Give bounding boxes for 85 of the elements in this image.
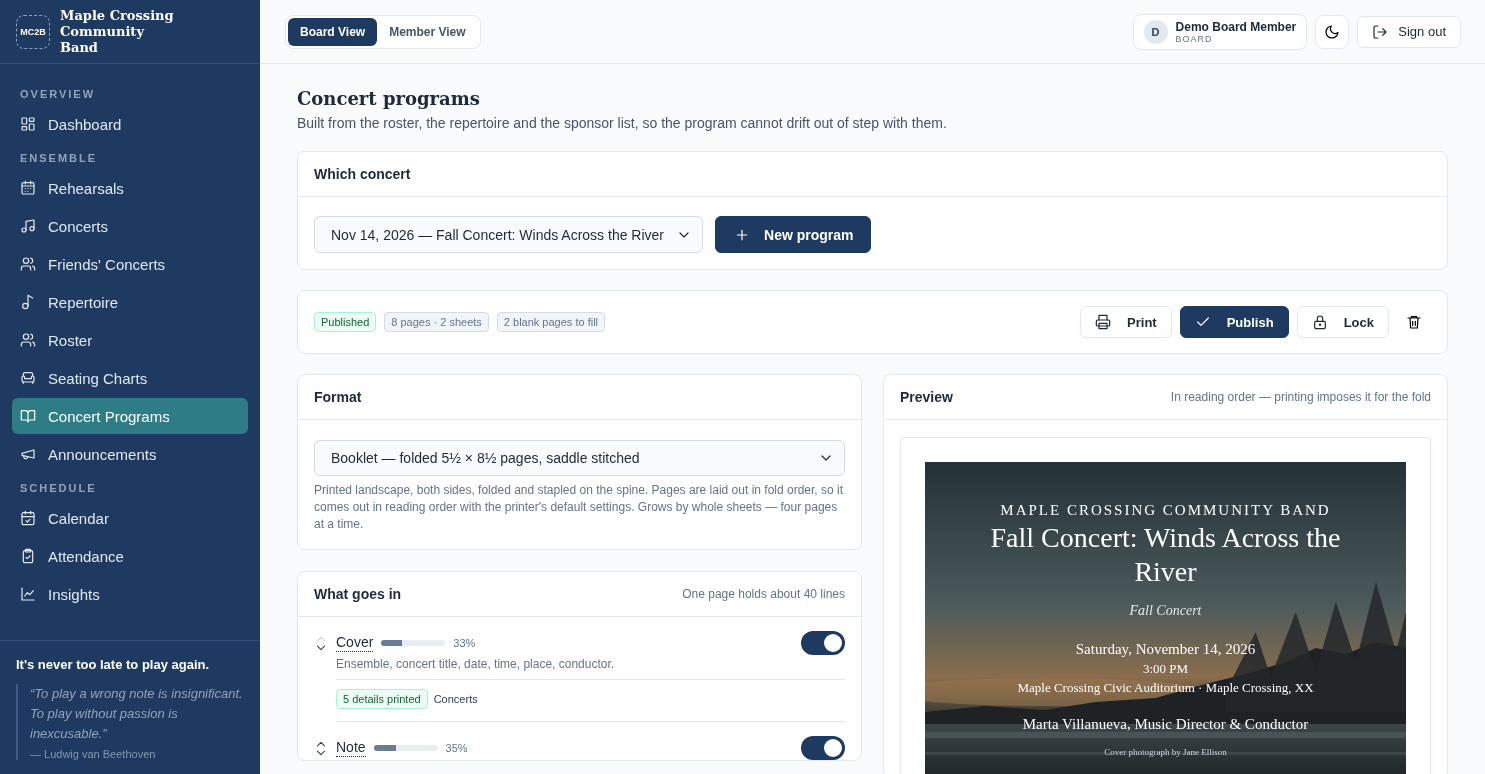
cover-venue: Maple Crossing Civic Auditorium · Maple Crossing, XX xyxy=(1017,680,1314,696)
cover-subtitle: Fall Concert xyxy=(1129,603,1202,619)
page-subtitle: Built from the roster, the repertoire and the sponsor list, so the program cannot drift out of step with them. xyxy=(297,115,948,131)
cover-ensemble: MAPLE CROSSING COMMUNITY BAND xyxy=(1000,502,1331,519)
cover-conductor: Marta Villanueva, Music Director & Conductor xyxy=(1022,716,1309,733)
details-badge: 5 details printed xyxy=(336,689,428,709)
nav-item[interactable]: Attendance xyxy=(12,538,248,574)
clipboard-check-icon xyxy=(20,548,36,564)
section-toggle[interactable] xyxy=(801,736,845,760)
format-description: Printed landscape, both sides, folded and stapled on the spine. Pages are laid out in fold order, so it comes out in reading order with the printer's default settings. Grows by whole sheets — four pages at a time. xyxy=(314,482,845,533)
section-heading: SCHEDULE xyxy=(19,481,98,496)
nav-item[interactable]: Announcements xyxy=(12,436,248,472)
music-note-icon xyxy=(20,294,36,310)
action-button[interactable]: Publish xyxy=(1179,306,1289,338)
action-button[interactable]: Lock xyxy=(1296,306,1389,338)
status-badge: 2 blank pages to fill xyxy=(496,312,605,332)
nav-item[interactable]: Calendar xyxy=(12,500,248,536)
cover-time: 3:00 PM xyxy=(1142,661,1189,677)
new-program-button[interactable]: New program xyxy=(715,216,871,253)
card-hint: One page holds about 40 lines xyxy=(682,587,845,601)
quote-attribution: — Ludwig van Beethoven xyxy=(30,748,157,760)
status-badge: Published xyxy=(314,312,377,332)
card-title: Format xyxy=(314,389,362,405)
line-chart-icon xyxy=(20,586,36,602)
theme-button[interactable] xyxy=(1315,14,1350,49)
nav-item[interactable]: Repertoire xyxy=(12,284,248,320)
brand-name: Maple Crossing Community Band xyxy=(60,7,175,56)
calendar-check-icon xyxy=(20,510,36,526)
armchair-icon xyxy=(20,370,36,386)
section-title[interactable]: Note xyxy=(336,739,366,757)
section-heading: ENSEMBLE xyxy=(19,151,99,166)
section-description: Ensemble, concert title, date, time, place, conductor. xyxy=(336,657,616,671)
view-tab[interactable]: Member View xyxy=(377,17,478,46)
lock-icon xyxy=(1311,314,1328,330)
people-icon xyxy=(20,332,36,348)
nav-item[interactable]: Seating Charts xyxy=(12,360,248,396)
chevron-down-icon[interactable] xyxy=(314,644,328,653)
concert-select[interactable]: Nov 14, 2026 — Fall Concert: Winds Across the River xyxy=(314,216,704,253)
calendar-icon xyxy=(20,180,36,196)
user-name: Demo Board Member xyxy=(1175,19,1297,34)
quote-text: “To play a wrong note is insignificant. To play without passion is inexcusable.” xyxy=(30,685,244,743)
nav-item[interactable]: Roster xyxy=(12,322,248,358)
page-title: Concert programs xyxy=(297,88,481,109)
megaphone-icon xyxy=(20,446,36,462)
section-heading: OVERVIEW xyxy=(19,87,97,102)
trash-icon xyxy=(1406,314,1422,330)
music-notes-icon xyxy=(20,218,36,234)
select-value: Booklet — folded 5½ × 8½ pages, saddle stitched xyxy=(331,450,640,466)
avatar: D xyxy=(1143,19,1168,44)
chevron-down-icon[interactable] xyxy=(314,749,328,758)
fill-percent: 33% xyxy=(453,637,476,649)
nav-item[interactable]: Friends' Concerts xyxy=(12,246,248,282)
section-title[interactable]: Cover xyxy=(336,634,374,652)
source-link[interactable]: Concerts xyxy=(433,693,478,705)
card-title: Which concert xyxy=(314,166,411,182)
format-select[interactable]: Booklet — folded 5½ × 8½ pages, saddle stitched xyxy=(314,440,845,476)
card-hint: In reading order — printing imposes it for the fold xyxy=(1170,390,1431,404)
people-icon xyxy=(20,256,36,272)
photo-credit: Cover photograph by Jane Ellison xyxy=(1104,747,1227,757)
chevron-up-icon[interactable] xyxy=(314,739,328,748)
nav-item[interactable]: Concerts xyxy=(12,208,248,244)
sign-out-icon xyxy=(1372,23,1389,40)
book-icon xyxy=(20,408,36,424)
status-badge: 8 pages · 2 sheets xyxy=(384,312,489,332)
dashboard-icon xyxy=(20,116,36,132)
nav-item[interactable]: Rehearsals xyxy=(12,170,248,206)
view-tab[interactable]: Board View xyxy=(288,17,378,46)
nav-item[interactable]: Concert Programs xyxy=(12,398,248,434)
moon-icon xyxy=(1324,23,1341,40)
card-title: What goes in xyxy=(314,586,402,602)
fill-percent: 35% xyxy=(445,742,468,754)
printer-icon xyxy=(1095,314,1112,330)
action-button[interactable]: Print xyxy=(1080,306,1172,338)
select-value: Nov 14, 2026 — Fall Concert: Winds Across the River xyxy=(331,226,665,243)
nav-item[interactable]: Dashboard xyxy=(12,106,248,142)
cover-date: Saturday, November 14, 2026 xyxy=(1075,641,1256,658)
logo: MC2B xyxy=(16,14,50,49)
user-menu[interactable]: D Demo Board Member BOARD xyxy=(1132,13,1308,50)
section-toggle[interactable] xyxy=(801,631,845,655)
user-role: BOARD xyxy=(1175,33,1214,44)
nav-item[interactable]: Insights xyxy=(12,576,248,612)
card-title: Preview xyxy=(900,389,953,405)
cover-title: Fall Concert: Winds Across the River xyxy=(989,521,1342,589)
tagline: It's never too late to play again. xyxy=(16,657,211,672)
sign-out-button[interactable]: Sign out xyxy=(1357,15,1461,48)
